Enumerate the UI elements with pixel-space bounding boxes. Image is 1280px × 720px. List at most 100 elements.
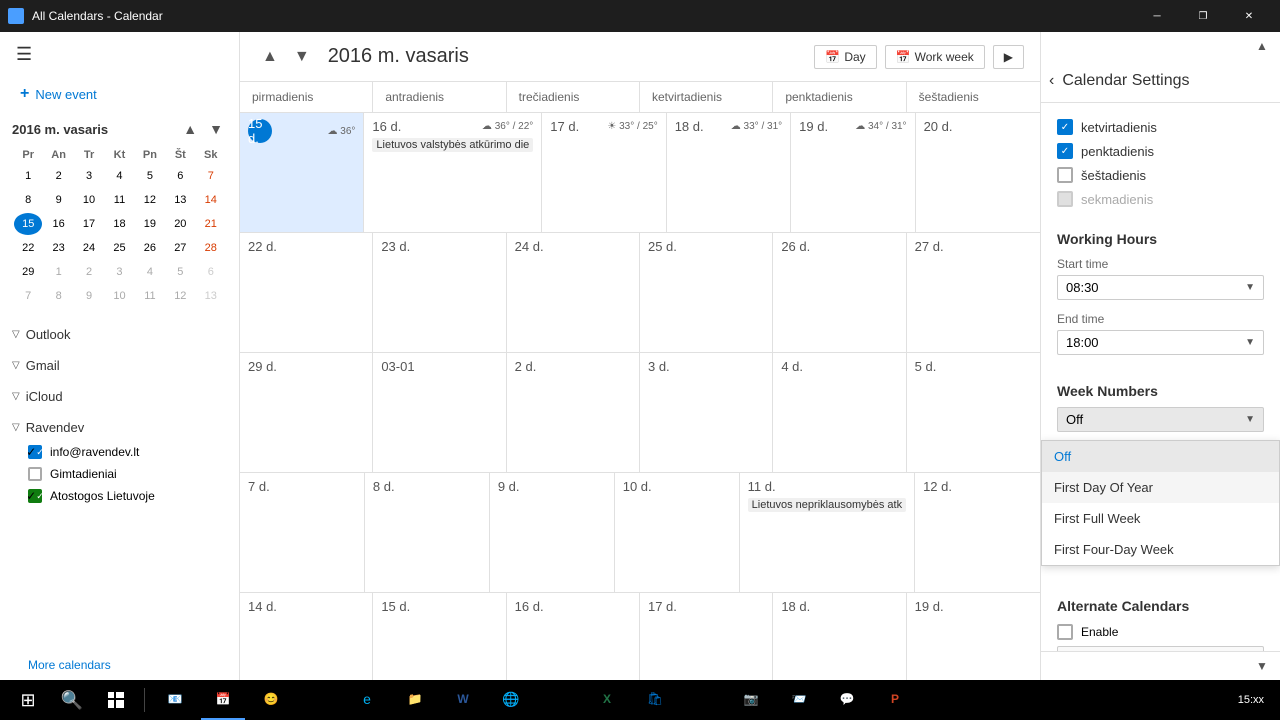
view-day-button[interactable]: 📅 Day [814,45,876,69]
cal-cell-m19[interactable]: 19 d. [907,593,1040,680]
cal-cell-m10[interactable]: 10 d. [615,473,740,592]
mini-day-19[interactable]: 19 [136,213,164,235]
cal-item-gimtadieniai-checkbox[interactable] [28,467,42,481]
mini-day-24[interactable]: 24 [75,237,103,259]
new-event-button[interactable]: + New event [0,77,239,111]
mini-day-9[interactable]: 9 [44,189,72,211]
mini-day-15[interactable]: 15 [14,213,42,235]
mini-day-7[interactable]: 7 [197,165,225,187]
mini-day-m9[interactable]: 9 [75,285,103,307]
cal-cell-0301[interactable]: 03-01 [373,353,506,472]
start-time-select[interactable]: 08:30 ▼ [1057,275,1264,300]
mini-day-8[interactable]: 8 [14,189,42,211]
mini-day-22[interactable]: 22 [14,237,42,259]
cal-group-outlook-header[interactable]: ▽ Outlook [0,321,239,348]
mini-day-m5[interactable]: 5 [166,261,194,283]
cal-item-atostogos-checkbox[interactable]: ✓ [28,489,42,503]
cal-item-gimtadieniai[interactable]: Gimtadieniai [0,463,239,485]
mini-day-1[interactable]: 1 [14,165,42,187]
taskbar-app-settings[interactable]: ⚙ [297,680,341,720]
dropdown-item-first-day-of-year[interactable]: First Day Of Year [1042,472,1279,503]
taskbar-app-maps[interactable]: 🗺 [537,680,581,720]
mini-day-m6[interactable]: 6 [197,261,225,283]
cal-cell-m5[interactable]: 5 d. [907,353,1040,472]
cal-event-16-1[interactable]: Lietuvos valstybės atkūrimo die [372,138,533,152]
settings-back-button[interactable]: ‹ [1049,72,1054,90]
mini-cal-prev[interactable]: ▲ [179,119,201,139]
cal-cell-m4[interactable]: 4 d. [773,353,906,472]
scroll-down-arrow[interactable]: ▼ [1252,656,1272,676]
mini-day-12[interactable]: 12 [136,189,164,211]
cal-cell-m3[interactable]: 3 d. [640,353,773,472]
mini-day-4[interactable]: 4 [105,165,133,187]
cal-cell-18[interactable]: 18 d. ☁ 33° / 31° [667,113,791,232]
cal-cell-m2[interactable]: 2 d. [507,353,640,472]
mini-day-5[interactable]: 5 [136,165,164,187]
cal-cell-26[interactable]: 26 d. [773,233,906,352]
mini-day-29[interactable]: 29 [14,261,42,283]
cal-cell-m8[interactable]: 8 d. [365,473,490,592]
cal-cell-23[interactable]: 23 d. [373,233,506,352]
cal-cell-20[interactable]: 20 d. [916,113,1040,232]
cal-cell-m14[interactable]: 14 d. [240,593,373,680]
mini-day-m12[interactable]: 12 [166,285,194,307]
mini-day-17[interactable]: 17 [75,213,103,235]
cal-cell-15[interactable]: 15 d. ☁ 36° [240,113,364,232]
cal-prev-button[interactable]: ▲ [256,44,284,70]
dropdown-item-off[interactable]: Off [1042,441,1279,472]
cal-cell-29[interactable]: 29 d. [240,353,373,472]
cal-event-m11-1[interactable]: Lietuvos nepriklausomybės atk [748,498,906,512]
settings-day-penktadienis[interactable]: ✓ penktadienis [1041,139,1280,163]
alternate-cal-checkbox[interactable] [1057,624,1073,640]
taskbar-app-word[interactable]: W [441,680,485,720]
cal-item-info-checkbox[interactable]: ✓ [28,445,42,459]
minimize-button[interactable]: ─ [1134,0,1180,32]
taskbar-app-outlook[interactable]: 📨 [777,680,821,720]
hamburger-button[interactable]: ☰ [12,40,36,69]
day-checkbox-penktadienis[interactable]: ✓ [1057,143,1073,159]
dropdown-item-first-full-week[interactable]: First Full Week [1042,503,1279,534]
settings-day-ketvirtadienis[interactable]: ✓ ketvirtadienis [1041,115,1280,139]
cal-cell-m12[interactable]: 12 d. [915,473,1040,592]
mini-day-m13[interactable]: 13 [197,285,225,307]
mini-cal-next[interactable]: ▼ [205,119,227,139]
taskbar-app-ie[interactable]: e [345,680,389,720]
end-time-select[interactable]: 18:00 ▼ [1057,330,1264,355]
mini-day-14[interactable]: 14 [197,189,225,211]
taskbar-app-calendar[interactable]: 📅 [201,680,245,720]
mini-day-6[interactable]: 6 [166,165,194,187]
mini-day-25[interactable]: 25 [105,237,133,259]
mini-day-m8[interactable]: 8 [44,285,72,307]
day-checkbox-ketvirtadienis[interactable]: ✓ [1057,119,1073,135]
cal-cell-17[interactable]: 17 d. ☀ 33° / 25° [542,113,666,232]
mini-day-3[interactable]: 3 [75,165,103,187]
cal-item-atostogos[interactable]: ✓ Atostogos Lietuvoje [0,485,239,507]
taskbar-app-music[interactable]: ♫ [681,680,725,720]
cal-cell-m17[interactable]: 17 d. [640,593,773,680]
week-numbers-select[interactable]: Off ▼ [1057,407,1264,432]
cal-cell-19[interactable]: 19 d. ☁ 34° / 31° [791,113,915,232]
cal-group-gmail-header[interactable]: ▽ Gmail [0,352,239,379]
cal-cell-m9[interactable]: 9 d. [490,473,615,592]
mini-day-16[interactable]: 16 [44,213,72,235]
taskbar-app-excel[interactable]: X [585,680,629,720]
mini-day-m1[interactable]: 1 [44,261,72,283]
cal-group-ravendev-header[interactable]: ▽ Ravendev [0,414,239,441]
taskbar-app-mail[interactable]: 📧 [153,680,197,720]
mini-day-2[interactable]: 2 [44,165,72,187]
taskbar-app-emoji[interactable]: 😊 [249,680,293,720]
taskbar-app-edge[interactable]: 🌐 [489,680,533,720]
taskbar-app-photos[interactable]: 📷 [729,680,773,720]
start-button[interactable]: ⊞ [8,680,48,720]
mini-day-26[interactable]: 26 [136,237,164,259]
mini-day-28[interactable]: 28 [197,237,225,259]
cal-group-icloud-header[interactable]: ▽ iCloud [0,383,239,410]
view-work-week-button[interactable]: 📅 Work week [885,45,985,69]
dropdown-item-first-four-day-week[interactable]: First Four-Day Week [1042,534,1279,565]
restore-button[interactable]: ❐ [1180,0,1226,32]
day-checkbox-sestadien[interactable] [1057,167,1073,183]
more-calendars-button[interactable]: More calendars [0,650,239,680]
mini-day-m4[interactable]: 4 [136,261,164,283]
cal-cell-m11[interactable]: 11 d. Lietuvos nepriklausomybės atk [740,473,915,592]
taskbar-app-lync[interactable]: 💬 [825,680,869,720]
